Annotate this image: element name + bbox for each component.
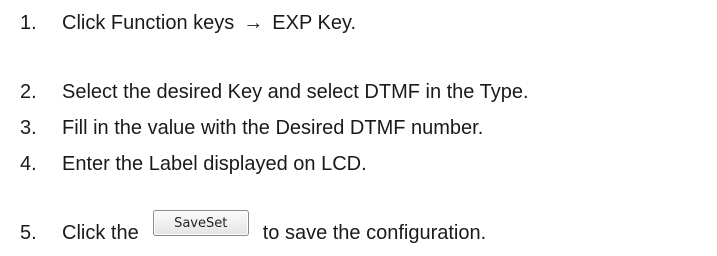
step-text: Enter the Label displayed on LCD. (62, 152, 367, 175)
step-1: 1. Click Function keys → EXP Key. (20, 9, 356, 37)
step-text-after: to save the configuration. (262, 221, 487, 244)
step-text: Fill in the value with the Desired DTMF … (62, 116, 484, 139)
saveset-button[interactable]: SaveSet (152, 210, 249, 236)
step-text-after: EXP Key. (272, 11, 357, 34)
step-number: 1. (20, 11, 37, 34)
step-2: 2. Select the desired Key and select DTM… (20, 78, 529, 106)
step-number: 2. (20, 80, 37, 103)
step-5: 5. Click the SaveSet to save the configu… (20, 210, 487, 247)
step-text-before: Click Function keys (62, 11, 235, 34)
step-3: 3. Fill in the value with the Desired DT… (20, 114, 483, 142)
step-number: 4. (20, 152, 37, 175)
step-4: 4. Enter the Label displayed on LCD. (20, 150, 367, 178)
step-text: Select the desired Key and select DTMF i… (62, 80, 529, 103)
arrow-right-icon: → (243, 11, 264, 34)
step-number: 3. (20, 116, 37, 139)
step-number: 5. (20, 221, 37, 244)
step-text-before: Click the (62, 221, 139, 244)
